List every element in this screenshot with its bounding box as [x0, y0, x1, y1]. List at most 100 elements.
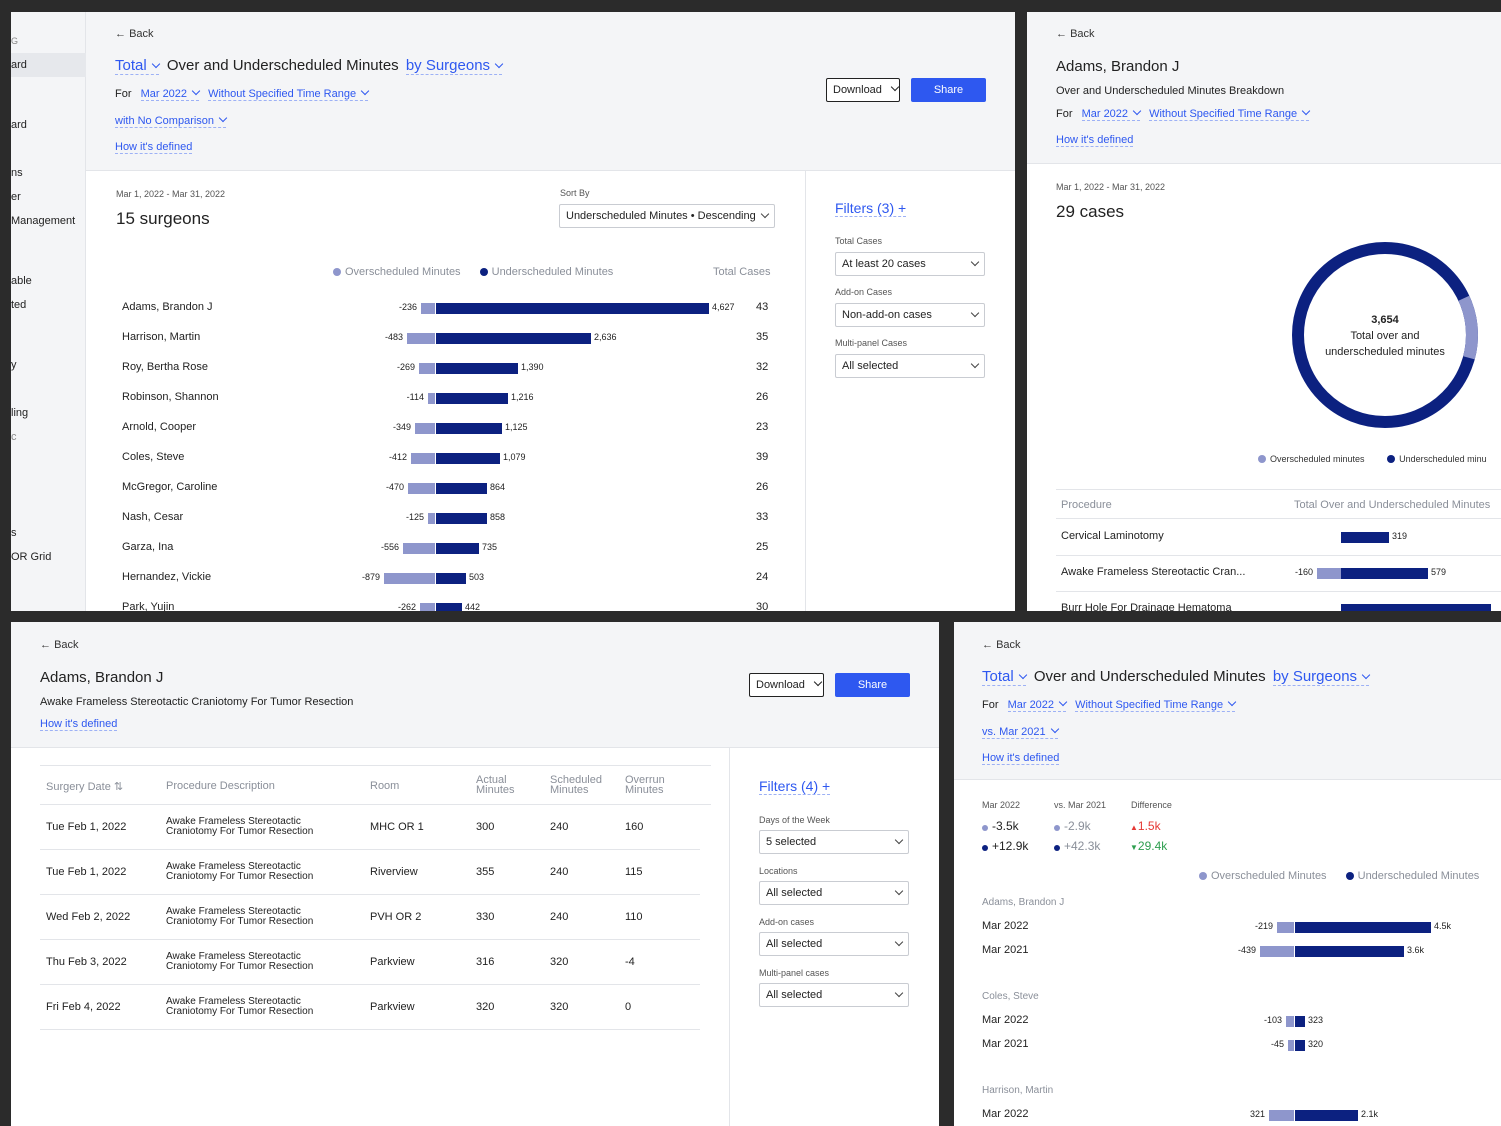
under-value: 3.6k: [1407, 945, 1425, 955]
filter-label: Add-on Cases: [835, 287, 893, 297]
under-bar: [1295, 946, 1404, 957]
procedure-rows: Cervical Laminotomy 319 Awake Frameless St…: [1027, 12, 1501, 611]
over-bar: [407, 333, 435, 344]
chevron-down-icon: [894, 988, 904, 998]
surgeon-name: Garza, Ina: [122, 541, 174, 553]
procedure-line-2: Craniotomy For Tumor Resection: [166, 826, 314, 837]
under-value: 319: [1392, 531, 1408, 541]
period-label: Mar 2022: [982, 920, 1029, 932]
surgeon-name: Hernandez, Vickie: [122, 571, 212, 583]
select-value: Non-add-on cases: [842, 309, 932, 321]
filter-label: Days of the Week: [759, 815, 830, 825]
multipanel-cases-select[interactable]: All selected: [835, 354, 985, 378]
room: MHC OR 1: [370, 821, 424, 833]
surgery-date: Thu Feb 3, 2022: [46, 956, 127, 968]
filters-toggle[interactable]: Filters (4) +: [759, 778, 831, 795]
row-divider: [1056, 555, 1501, 556]
under-value: 320: [1308, 1039, 1324, 1049]
over-bar: [1269, 1110, 1294, 1121]
over-value: -556: [380, 542, 399, 552]
room: Parkview: [370, 1001, 415, 1013]
under-bar: [436, 363, 518, 374]
period-label: Mar 2022: [982, 1014, 1029, 1026]
addon-cases-select[interactable]: Non-add-on cases: [835, 303, 985, 327]
plus-icon: +: [898, 200, 907, 216]
over-bar: [420, 603, 435, 611]
days-of-week-select[interactable]: 5 selected: [759, 830, 909, 854]
filter-label: Locations: [759, 866, 798, 876]
surgeon-name: Arnold, Cooper: [122, 421, 196, 433]
surgeon-name: Coles, Steve: [122, 451, 185, 463]
download-label: Download: [756, 679, 805, 691]
case-count: 26: [756, 481, 769, 493]
total-cases-select[interactable]: At least 20 cases: [835, 252, 985, 276]
multipanel-cases-select[interactable]: All selected: [759, 983, 909, 1007]
case-count: 30: [756, 601, 769, 611]
select-value: All selected: [766, 887, 823, 899]
download-label: Download: [833, 84, 882, 96]
over-value: -219: [1254, 921, 1273, 931]
chevron-down-icon: [894, 835, 904, 845]
period-label: Mar 2021: [982, 944, 1029, 956]
over-value: -269: [396, 362, 415, 372]
over-value: -412: [388, 452, 407, 462]
filters-toggle[interactable]: Filters (3) +: [835, 200, 907, 217]
surgeon-name: Robinson, Shannon: [122, 391, 219, 403]
comparison-chart: Adams, Brandon J Mar 2022 -219 4.5k Mar 2021…: [954, 622, 1501, 1126]
surgeon-chart: Adams, Brandon J -236 4,627 43 Harrison, Mar…: [11, 12, 805, 611]
under-bar: [436, 453, 500, 464]
case-count: 24: [756, 571, 769, 583]
over-bar: [419, 363, 435, 374]
under-bar: [436, 513, 487, 524]
procedure-cases-panel: ← Back Adams, Brandon J Awake Frameless …: [11, 622, 939, 1126]
period-label: Mar 2021: [982, 1038, 1029, 1050]
scheduled-minutes: 320: [550, 956, 569, 968]
over-value: -470: [385, 482, 404, 492]
surgeon-name: Harrison, Martin: [122, 331, 201, 343]
over-value: 321: [1249, 1109, 1265, 1119]
download-button[interactable]: Download: [826, 78, 900, 102]
over-bar: [408, 483, 435, 494]
case-count: 23: [756, 421, 769, 433]
over-bar: [1288, 1040, 1294, 1051]
locations-select[interactable]: All selected: [759, 881, 909, 905]
filter-label: Multi-panel cases: [759, 968, 830, 978]
filter-label: Multi-panel Cases: [835, 338, 908, 348]
over-value: -103: [1263, 1015, 1282, 1025]
under-value: 4.5k: [1434, 921, 1452, 931]
over-bar: [415, 423, 435, 434]
filters-divider: [805, 171, 806, 611]
filters-label: Filters (3): [835, 200, 895, 216]
over-value: -879: [361, 572, 380, 582]
overrun-minutes: 110: [625, 911, 643, 923]
share-button[interactable]: Share: [835, 673, 910, 697]
over-bar: [428, 513, 435, 524]
filter-label: Add-on cases: [759, 917, 815, 927]
download-button[interactable]: Download: [749, 673, 824, 697]
surgeon-name: Park, Yujin: [122, 601, 175, 611]
surgeon-name: Nash, Cesar: [122, 511, 184, 523]
procedure-name[interactable]: Cervical Laminotomy: [1061, 530, 1261, 544]
addon-cases-select[interactable]: All selected: [759, 932, 909, 956]
select-value: All selected: [766, 938, 823, 950]
over-value: -45: [1270, 1039, 1284, 1049]
over-bar: [1260, 946, 1294, 957]
surgeon-name: Adams, Brandon J: [982, 897, 1065, 908]
share-button[interactable]: Share: [911, 78, 986, 102]
under-value: 1,079: [503, 452, 526, 462]
chevron-down-icon: [970, 308, 980, 318]
procedure-name[interactable]: Burr Hole For Drainage Hematoma: [1061, 602, 1261, 611]
procedure-line-2: Craniotomy For Tumor Resection: [166, 961, 314, 972]
under-value: 864: [490, 482, 506, 492]
chevron-down-icon: [894, 937, 904, 947]
chevron-down-icon: [970, 359, 980, 369]
overrun-minutes: 0: [625, 1001, 632, 1013]
over-bar: [1317, 568, 1341, 579]
over-value: -439: [1237, 945, 1256, 955]
under-bar: [436, 543, 479, 554]
surgeon-name: Harrison, Martin: [982, 1085, 1054, 1096]
over-bar: [421, 303, 435, 314]
under-value: 2,636: [594, 332, 617, 342]
procedure-name[interactable]: Awake Frameless Stereotactic Cran...: [1061, 566, 1261, 580]
over-value: -125: [405, 512, 424, 522]
